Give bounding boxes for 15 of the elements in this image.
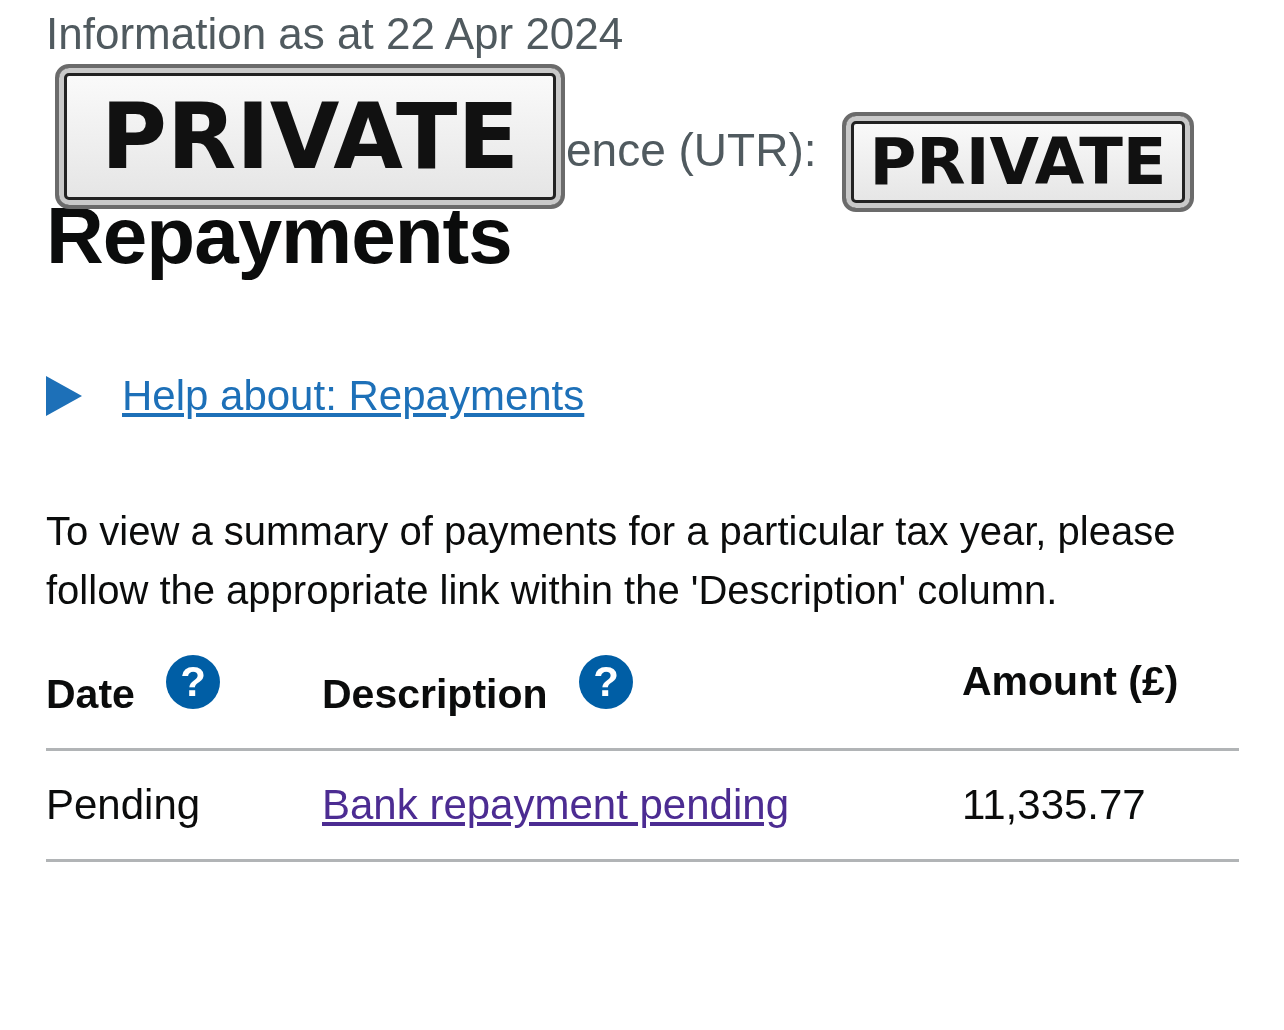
- info-date: Information as at 22 Apr 2024: [46, 8, 625, 60]
- private-sticker: PRIVATE: [55, 64, 565, 209]
- help-link[interactable]: Help about: Repayments: [122, 372, 585, 420]
- help-icon[interactable]: ?: [164, 654, 221, 710]
- help-icon[interactable]: ?: [577, 654, 634, 710]
- triangle-icon[interactable]: [46, 376, 82, 416]
- column-header: Description: [322, 671, 548, 718]
- column-header: Date: [46, 671, 135, 718]
- amount-cell: 11,335.77: [962, 781, 1146, 828]
- description-link[interactable]: Bank repayment pending: [322, 781, 789, 828]
- intro-text: To view a summary of payments for a particular tax year, please follow the appropriate link within the 'Description' column.: [46, 508, 1177, 614]
- column-header: Amount (£): [962, 657, 1179, 705]
- utr-label: ence (UTR):: [566, 123, 817, 178]
- private-sticker: PRIVATE: [842, 112, 1194, 212]
- date-cell: Pending: [46, 781, 201, 828]
